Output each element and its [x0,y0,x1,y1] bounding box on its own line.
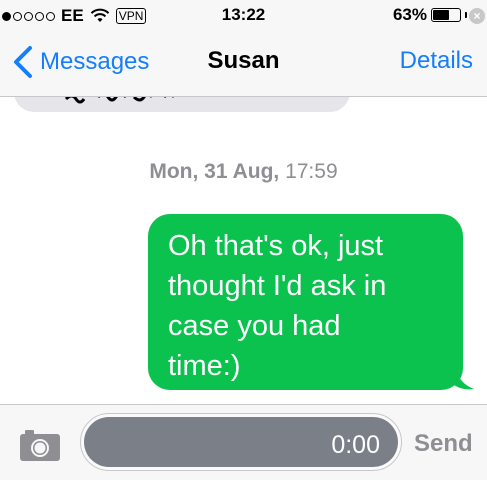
message-line: Oh that's ok, just [168,230,384,262]
battery-icon [431,8,461,22]
bubble-tail [450,367,474,390]
battery-fill [433,10,449,20]
previous-received-bubble [14,97,350,112]
audio-message-field[interactable]: 0:00 [80,413,402,471]
timestamp-time: 17:59 [285,160,338,183]
message-timestamp: Mon, 31 Aug, 17:59 [0,160,487,184]
battery-tip [465,12,467,18]
details-button[interactable]: Details [400,47,473,75]
message-input-bar: 0:00 Send [0,404,487,480]
conversation-thread[interactable]: Mon, 31 Aug, 17:59 Oh that's ok, just th… [0,97,487,404]
message-line: case you had [168,310,341,342]
truncated-text-fragment [64,97,174,104]
message-line: time:) [168,350,241,382]
timestamp-day: Mon, 31 Aug, [149,160,280,183]
sent-message-bubble[interactable]: Oh that's ok, just thought I'd ask in ca… [148,214,463,390]
status-right: 63% [393,5,467,25]
nav-bar: Messages Susan Details [0,30,487,97]
audio-recording-pill[interactable]: 0:00 [84,417,398,467]
camera-icon[interactable] [18,427,62,463]
audio-duration: 0:00 [331,431,380,459]
status-bar: EE VPN 13:22 63% × [0,0,487,30]
close-badge-icon[interactable]: × [469,8,485,24]
message-line: thought I'd ask in [168,270,387,302]
battery-percent: 63% [392,5,427,24]
send-button[interactable]: Send [414,430,473,458]
